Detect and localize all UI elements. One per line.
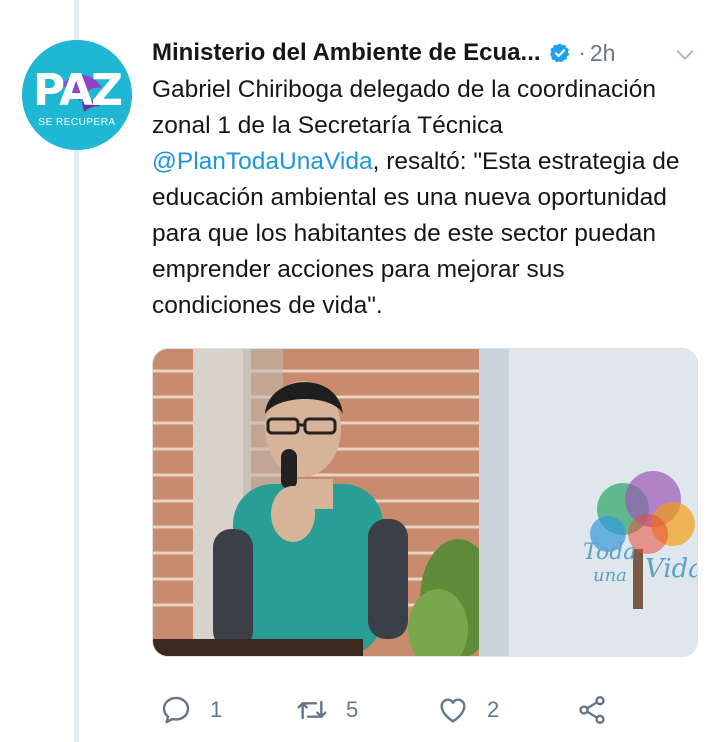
separator-dot: · <box>578 40 586 65</box>
banner-text-3: Vida <box>645 554 697 584</box>
timestamp[interactable]: 2h <box>590 40 616 67</box>
retweet-icon <box>297 700 327 720</box>
heart-icon <box>440 698 466 723</box>
mention-link[interactable]: @PlanTodaUnaVida <box>152 148 373 175</box>
banner-text-2: una <box>593 565 627 586</box>
share-button[interactable] <box>576 688 608 732</box>
retweet-count: 5 <box>346 697 359 722</box>
banner-text-1: Toda <box>583 540 636 565</box>
tweet-text-part-1: Gabriel Chiriboga delegado de la coordin… <box>152 76 656 139</box>
like-count: 2 <box>487 697 500 722</box>
tweet-text: Gabriel Chiriboga delegado de la coordin… <box>152 72 697 324</box>
tweet-actions: 1 5 2 <box>152 688 702 732</box>
like-button[interactable]: 2 <box>437 688 499 732</box>
verified-icon <box>549 43 569 63</box>
tweet-header: Ministerio del Ambiente de Ecua... · 2h <box>152 36 702 70</box>
chevron-down-icon[interactable] <box>674 44 696 66</box>
retweet-button[interactable]: 5 <box>296 688 358 732</box>
reply-icon <box>162 696 190 724</box>
reply-button[interactable]: 1 <box>160 688 222 732</box>
share-icon <box>579 696 605 724</box>
tweet-photo[interactable]: Toda una Vida <box>152 348 698 657</box>
photo-speaker-at-podium: Toda una Vida <box>153 349 697 656</box>
avatar-tagline: SE RECUPERA <box>38 117 116 128</box>
reply-count: 1 <box>210 697 223 722</box>
account-name[interactable]: Ministerio del Ambiente de Ecua... <box>152 39 541 67</box>
avatar-logo-text: PAZ <box>32 65 123 116</box>
avatar[interactable]: PAZ SE RECUPERA <box>22 40 132 150</box>
